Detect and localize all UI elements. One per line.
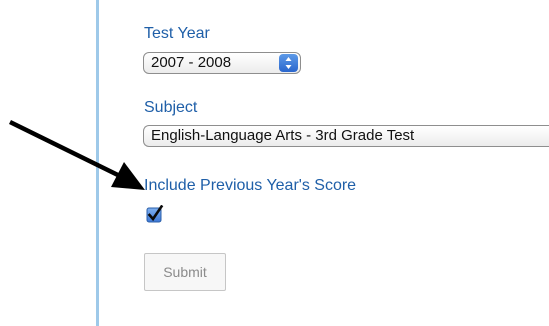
form-panel: Test Year 2007 - 2008 Subject English-La… — [0, 0, 549, 326]
subject-label: Subject — [144, 99, 198, 116]
left-accent-rule — [96, 0, 99, 326]
submit-button[interactable]: Submit — [144, 253, 226, 291]
checkmark-icon — [146, 204, 164, 223]
select-stepper-icon — [279, 54, 298, 72]
test-year-select-value: 2007 - 2008 — [151, 54, 232, 71]
include-previous-label: Include Previous Year's Score — [144, 177, 357, 194]
include-previous-checkbox[interactable] — [146, 204, 164, 223]
subject-select-value: English-Language Arts - 3rd Grade Test — [151, 127, 415, 144]
test-year-label: Test Year — [144, 25, 210, 42]
subject-select[interactable]: English-Language Arts - 3rd Grade Test — [143, 125, 549, 147]
arrow-pointing-icon — [9, 119, 145, 190]
test-year-select[interactable]: 2007 - 2008 — [143, 52, 301, 74]
